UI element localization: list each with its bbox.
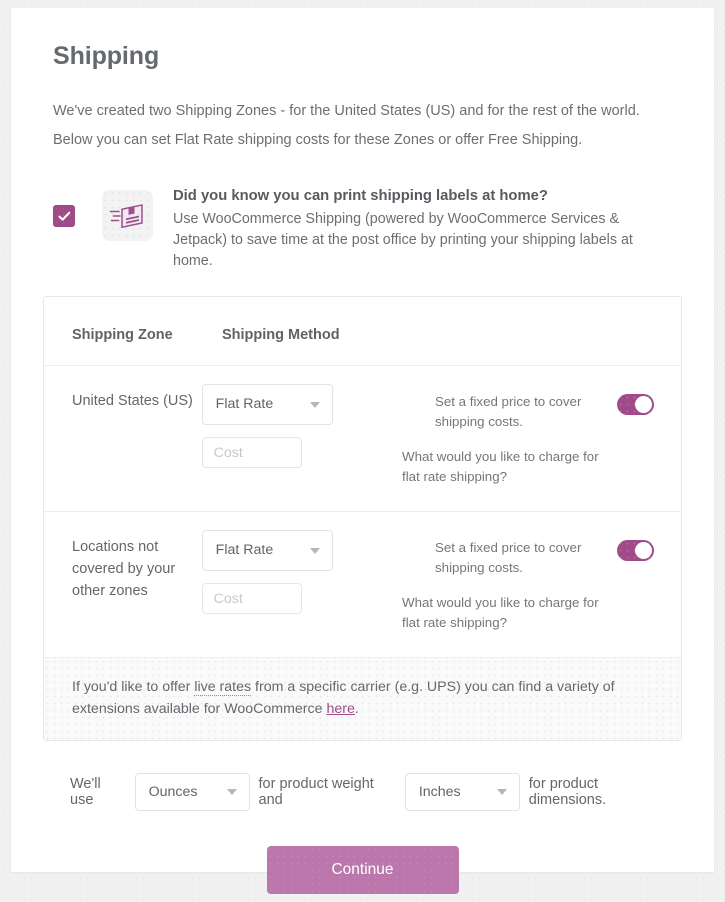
shipping-label-package-icon bbox=[102, 190, 153, 241]
shipping-method-select-rest[interactable]: Flat Rate bbox=[201, 530, 333, 571]
column-header-shipping-zone: Shipping Zone bbox=[72, 327, 173, 343]
promo-body: Use WooCommerce Shipping (powered by Woo… bbox=[173, 211, 633, 269]
shipping-method-value: Flat Rate bbox=[215, 542, 274, 558]
zone-method-cell: Flat Rate bbox=[201, 530, 435, 633]
shipping-zone-toggle-rest[interactable] bbox=[617, 540, 655, 561]
shipping-method-select-us[interactable]: Flat Rate bbox=[201, 384, 333, 425]
zone-description-cell: Set a fixed price to cover shipping cost… bbox=[402, 384, 617, 487]
method-description: Set a fixed price to cover shipping cost… bbox=[435, 394, 582, 429]
chevron-down-icon bbox=[309, 402, 320, 408]
live-rates-link[interactable]: live rates bbox=[194, 679, 252, 696]
checkmark-icon bbox=[57, 211, 70, 221]
intro-paragraph: We've created two Shipping Zones - for t… bbox=[53, 103, 640, 148]
cost-description: What would you like to charge for flat r… bbox=[402, 595, 599, 630]
units-row: We'll use Ounces for product weight and … bbox=[61, 773, 682, 811]
weight-unit-value: Ounces bbox=[148, 784, 198, 800]
zone-name: Locations not covered by your other zone… bbox=[72, 539, 176, 599]
zone-toggle-cell bbox=[617, 530, 681, 633]
promo-heading: Did you know you can print shipping labe… bbox=[173, 188, 548, 204]
shipping-zone-toggle-us[interactable] bbox=[617, 394, 655, 415]
live-rates-notice: If you'd like to offer live rates from a… bbox=[44, 657, 681, 740]
method-description: Set a fixed price to cover shipping cost… bbox=[435, 540, 582, 575]
print-shipping-labels-checkbox[interactable] bbox=[53, 205, 75, 227]
zone-method-cell: Flat Rate bbox=[201, 384, 435, 487]
zone-description-cell: Set a fixed price to cover shipping cost… bbox=[402, 530, 617, 633]
zones-table-header: Shipping Zone Shipping Method bbox=[44, 297, 681, 365]
table-row: Locations not covered by your other zone… bbox=[44, 511, 681, 657]
continue-button-wrap: Continue bbox=[43, 846, 682, 894]
zone-toggle-cell bbox=[617, 384, 681, 487]
dimension-unit-value: Inches bbox=[418, 784, 461, 800]
notice-text-part1: If you'd like to offer bbox=[72, 679, 195, 695]
extensions-here-link[interactable]: here bbox=[326, 701, 354, 717]
chevron-down-icon bbox=[309, 548, 320, 554]
shipping-labels-promo: Did you know you can print shipping labe… bbox=[53, 183, 682, 272]
column-header-spacer bbox=[362, 327, 607, 343]
shipping-method-value: Flat Rate bbox=[215, 396, 274, 412]
units-suffix-label: for product dimensions. bbox=[528, 776, 607, 808]
toggle-knob bbox=[635, 542, 653, 559]
weight-unit-select[interactable]: Ounces bbox=[134, 773, 250, 811]
shipping-setup-card: Shipping We've created two Shipping Zone… bbox=[11, 8, 714, 894]
notice-text-part3: . bbox=[354, 701, 359, 717]
chevron-down-icon bbox=[226, 789, 237, 795]
table-row: United States (US) Flat Rate Set a fixed… bbox=[44, 365, 681, 511]
page-title: Shipping bbox=[53, 42, 160, 70]
zone-name: United States (US) bbox=[72, 393, 193, 409]
cost-input-rest[interactable] bbox=[201, 583, 302, 614]
cost-description: What would you like to charge for flat r… bbox=[402, 449, 599, 484]
units-prefix-label: We'll use bbox=[70, 776, 101, 808]
cost-input-us[interactable] bbox=[201, 437, 302, 468]
column-header-toggle-spacer bbox=[607, 327, 681, 343]
units-middle-label: for product weight and bbox=[258, 776, 374, 808]
continue-button[interactable]: Continue bbox=[266, 846, 459, 894]
dimension-unit-select[interactable]: Inches bbox=[404, 773, 520, 811]
column-header-shipping-method: Shipping Method bbox=[222, 327, 340, 343]
toggle-knob bbox=[635, 396, 653, 413]
chevron-down-icon bbox=[496, 789, 507, 795]
shipping-zones-table: Shipping Zone Shipping Method United Sta… bbox=[43, 296, 682, 741]
